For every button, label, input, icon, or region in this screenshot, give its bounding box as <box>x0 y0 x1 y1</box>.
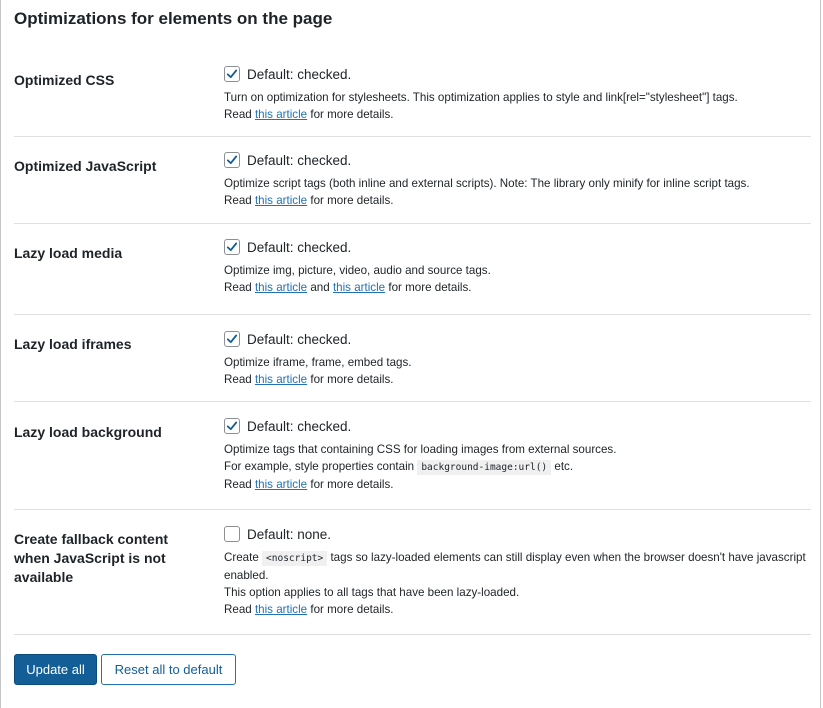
setting-label: Optimized JavaScript <box>14 158 157 174</box>
setting-row-optimized-javascript: Optimized JavaScript Default: checked. O… <box>14 137 811 224</box>
setting-field: Default: checked. Turn on optimization f… <box>224 65 814 123</box>
read-more-line: Read this article for more details. <box>224 106 814 123</box>
setting-label: Optimized CSS <box>14 72 115 88</box>
setting-label: Create fallback content when JavaScript … <box>14 531 169 585</box>
checkbox-label: Default: checked. <box>247 331 352 347</box>
checkbox-label: Default: checked. <box>247 66 352 82</box>
checkbox-lazy-load-iframes[interactable] <box>224 331 240 347</box>
description-text: Create <noscript> tags so lazy-loaded el… <box>224 549 814 584</box>
code-snippet: <noscript> <box>262 551 328 566</box>
setting-label: Lazy load iframes <box>14 336 132 352</box>
read-more-line: Read this article for more details. <box>224 476 814 493</box>
checkbox-label: Default: checked. <box>247 152 352 168</box>
description-text-2: This option applies to all tags that hav… <box>224 586 520 599</box>
description-text: Optimize iframe, frame, embed tags. <box>224 356 412 369</box>
read-suffix: for more details. <box>307 478 394 491</box>
checkmark-icon <box>226 69 238 79</box>
code-snippet: background-image:url() <box>417 460 552 475</box>
setting-row-lazy-load-background: Lazy load background Default: checked. O… <box>14 402 811 510</box>
setting-description: Optimize script tags (both inline and ex… <box>224 175 814 209</box>
description-text: Optimize tags that containing CSS for lo… <box>224 443 617 456</box>
setting-field: Default: none. Create <noscript> tags so… <box>224 525 814 618</box>
setting-description: Turn on optimization for stylesheets. Th… <box>224 89 814 123</box>
article-link-2[interactable]: this article <box>333 281 385 294</box>
page-title: Optimizations for elements on the page <box>14 9 333 28</box>
read-suffix: for more details. <box>307 108 394 121</box>
setting-row-lazy-load-iframes: Lazy load iframes Default: checked. Opti… <box>14 315 811 402</box>
description-text: Turn on optimization for stylesheets. Th… <box>224 91 738 104</box>
description-text: Optimize script tags (both inline and ex… <box>224 177 750 190</box>
reset-all-button[interactable]: Reset all to default <box>101 654 236 685</box>
article-link[interactable]: this article <box>255 108 307 121</box>
setting-row-lazy-load-media: Lazy load media Default: checked. Optimi… <box>14 224 811 315</box>
checkbox-optimized-javascript[interactable] <box>224 152 240 168</box>
setting-row-fallback-content: Create fallback content when JavaScript … <box>14 510 811 635</box>
checkbox-label: Default: checked. <box>247 418 352 434</box>
setting-label: Lazy load media <box>14 245 123 261</box>
checkbox-line: Default: checked. <box>224 238 814 256</box>
read-prefix: Read <box>224 478 255 491</box>
setting-row-optimized-css: Optimized CSS Default: checked. Turn on … <box>14 51 811 137</box>
checkbox-line: Default: checked. <box>224 65 814 83</box>
read-prefix: Read <box>224 281 255 294</box>
example-prefix: For example, style properties contain <box>224 460 418 473</box>
setting-field: Default: checked. Optimize tags that con… <box>224 417 814 493</box>
read-prefix: Read <box>224 603 255 616</box>
read-prefix: Read <box>224 108 255 121</box>
setting-description: Optimize img, picture, video, audio and … <box>224 262 814 296</box>
checkbox-line: Default: checked. <box>224 417 814 435</box>
checkbox-label: Default: none. <box>247 526 332 542</box>
article-link[interactable]: this article <box>255 281 307 294</box>
checkmark-icon <box>226 334 238 344</box>
read-more-line: Read this article for more details. <box>224 601 814 618</box>
setting-description: Optimize iframe, frame, embed tags. Read… <box>224 354 814 388</box>
article-link[interactable]: this article <box>255 194 307 207</box>
article-link[interactable]: this article <box>255 373 307 386</box>
setting-field: Default: checked. Optimize script tags (… <box>224 151 814 209</box>
checkbox-lazy-load-media[interactable] <box>224 239 240 255</box>
settings-panel: Optimizations for elements on the page O… <box>0 0 821 708</box>
checkmark-icon <box>226 155 238 165</box>
setting-field: Default: checked. Optimize iframe, frame… <box>224 330 814 388</box>
setting-label: Lazy load background <box>14 424 162 440</box>
setting-description: Create <noscript> tags so lazy-loaded el… <box>224 549 814 618</box>
setting-field: Default: checked. Optimize img, picture,… <box>224 238 814 296</box>
desc-prefix: Create <box>224 551 263 564</box>
article-link[interactable]: this article <box>255 478 307 491</box>
checkmark-icon <box>226 242 238 252</box>
example-suffix: etc. <box>551 460 574 473</box>
checkbox-fallback-content[interactable] <box>224 526 240 542</box>
read-more-line: Read this article for more details. <box>224 192 814 209</box>
read-suffix: for more details. <box>307 194 394 207</box>
checkbox-label: Default: checked. <box>247 239 352 255</box>
read-prefix: Read <box>224 194 255 207</box>
setting-description: Optimize tags that containing CSS for lo… <box>224 441 814 493</box>
read-prefix: Read <box>224 373 255 386</box>
description-text: Optimize img, picture, video, audio and … <box>224 264 491 277</box>
description-example: For example, style properties contain ba… <box>224 458 814 476</box>
read-suffix: for more details. <box>385 281 472 294</box>
read-suffix: for more details. <box>307 603 394 616</box>
article-link[interactable]: this article <box>255 603 307 616</box>
checkbox-line: Default: none. <box>224 525 814 543</box>
checkbox-line: Default: checked. <box>224 151 814 169</box>
checkbox-lazy-load-background[interactable] <box>224 418 240 434</box>
read-more-line: Read this article and this article for m… <box>224 279 814 296</box>
checkmark-icon <box>226 421 238 431</box>
checkbox-line: Default: checked. <box>224 330 814 348</box>
checkbox-optimized-css[interactable] <box>224 66 240 82</box>
update-all-button[interactable]: Update all <box>14 654 97 685</box>
read-suffix: for more details. <box>307 373 394 386</box>
read-middle: and <box>307 281 333 294</box>
read-more-line: Read this article for more details. <box>224 371 814 388</box>
